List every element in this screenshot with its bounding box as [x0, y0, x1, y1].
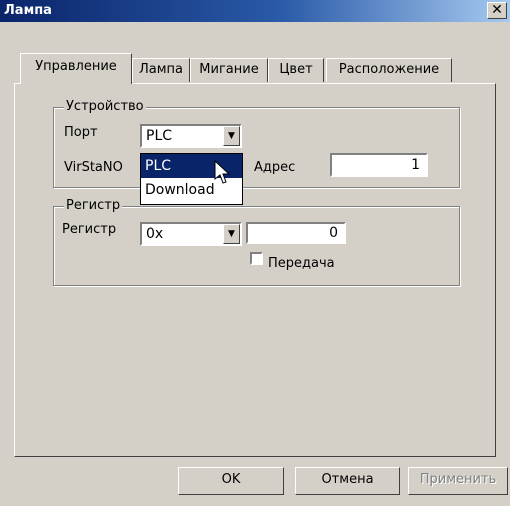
register-type-value: 0x [146, 226, 164, 242]
register-group [53, 206, 460, 286]
tab-label: Лампа [138, 62, 183, 77]
tab-color[interactable]: Цвет [268, 58, 324, 82]
tab-label: Управление [35, 59, 117, 74]
register-address-field[interactable]: 0 [246, 222, 346, 244]
apply-button[interactable]: Применить [408, 467, 508, 495]
cancel-label: Отмена [321, 472, 374, 487]
transfer-checkbox-label: Передача [268, 256, 335, 271]
virstano-label: VirStaNO [64, 160, 123, 175]
tab-label: Мигание [199, 62, 259, 77]
tab-position[interactable]: Расположение [326, 58, 452, 82]
tab-label: Расположение [338, 62, 440, 77]
mouse-cursor-icon [214, 160, 231, 184]
ok-label: OK [221, 472, 241, 487]
close-icon: ✕ [491, 2, 503, 18]
apply-label: Применить [419, 472, 497, 487]
ok-button[interactable]: OK [178, 467, 284, 495]
address-value: 1 [411, 157, 420, 173]
register-label: Регистр [62, 222, 117, 237]
register-type-combobox[interactable]: 0x ▼ [140, 222, 242, 246]
tab-control[interactable]: Управление [20, 53, 132, 84]
close-button[interactable]: ✕ [487, 2, 507, 19]
cancel-button[interactable]: Отмена [295, 467, 400, 495]
tab-label: Цвет [279, 62, 313, 77]
register-address-value: 0 [329, 225, 338, 241]
port-label: Порт [64, 125, 98, 140]
device-group-legend: Устройство [64, 99, 146, 114]
title-bar: Лампа ✕ [0, 0, 510, 22]
port-combobox[interactable]: PLC ▼ [140, 124, 242, 148]
window-title: Лампа [4, 3, 52, 18]
port-value: PLC [146, 128, 173, 144]
transfer-checkbox[interactable] [250, 252, 263, 265]
address-field[interactable]: 1 [330, 153, 428, 177]
register-group-legend: Регистр [64, 198, 123, 213]
address-label: Адрес [254, 160, 296, 175]
chevron-down-icon[interactable]: ▼ [223, 126, 240, 146]
tab-blink[interactable]: Мигание [190, 58, 268, 82]
tab-lamp[interactable]: Лампа [132, 58, 190, 82]
chevron-down-icon[interactable]: ▼ [223, 224, 240, 244]
